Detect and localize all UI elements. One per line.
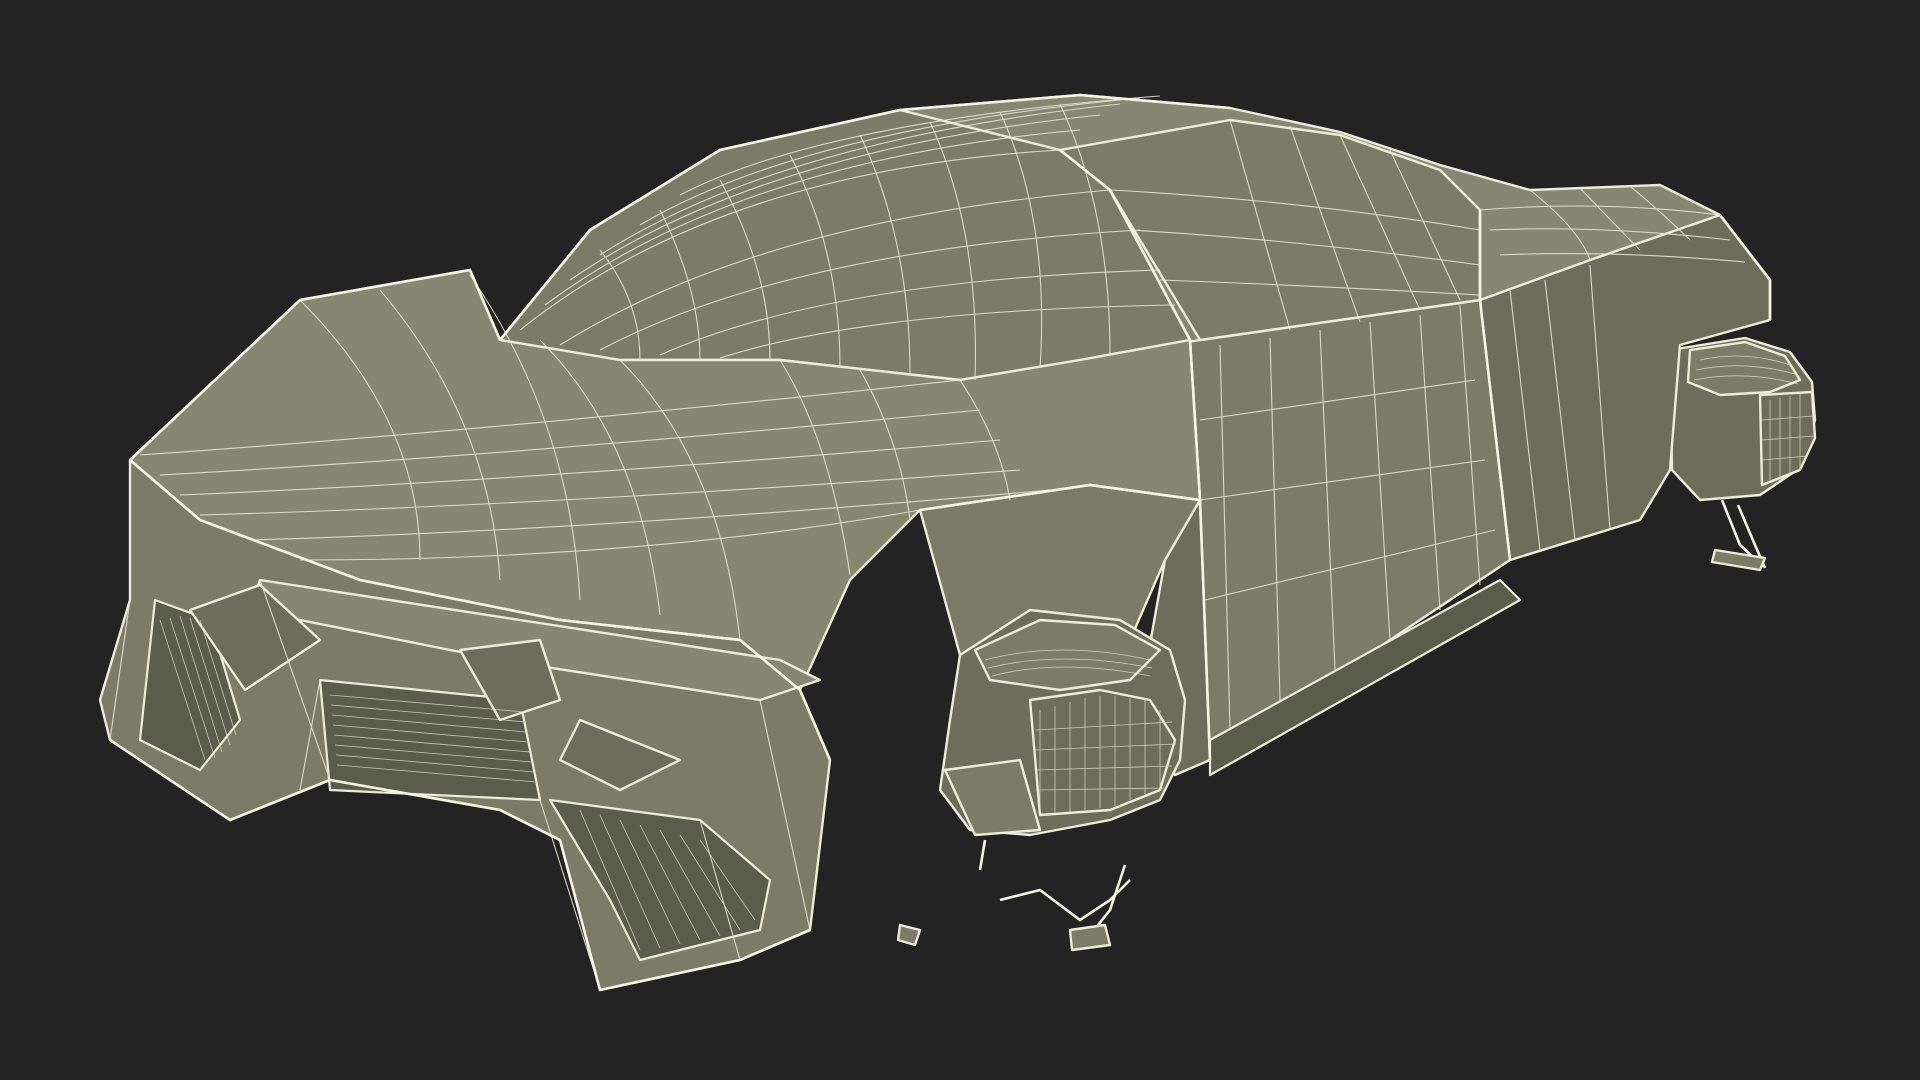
3d-viewport[interactable] <box>0 0 1920 1080</box>
car-wireframe-render <box>0 0 1920 1080</box>
